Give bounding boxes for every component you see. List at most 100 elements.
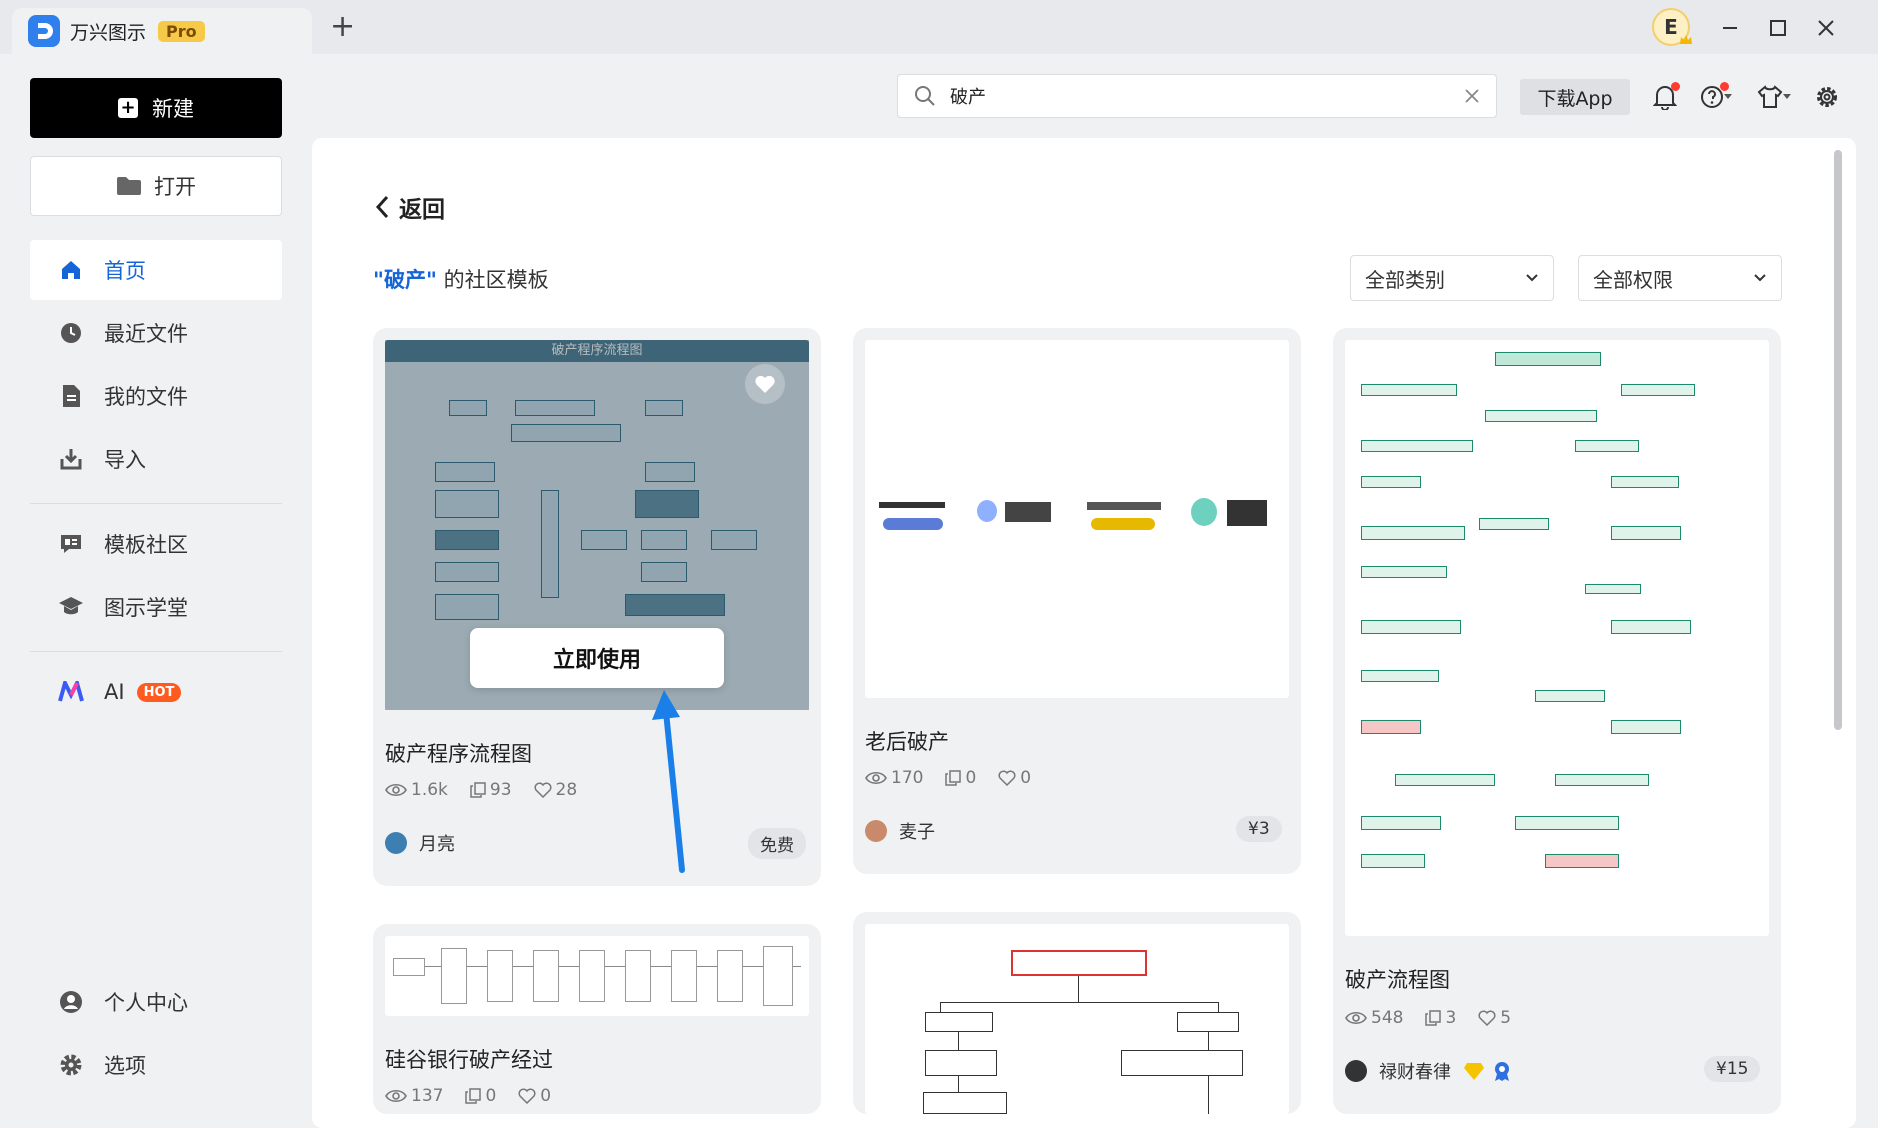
new-button[interactable]: + 新建 [30, 78, 282, 138]
title-bar: 万兴图示 Pro + E [0, 0, 1878, 54]
sidebar-item-options[interactable]: 选项 [30, 1035, 282, 1095]
notification-button[interactable] [1648, 82, 1682, 112]
chevron-down-icon [1724, 94, 1732, 99]
skin-button[interactable] [1752, 82, 1796, 112]
price-tag: ¥15 [1704, 1056, 1761, 1082]
search-box[interactable] [897, 74, 1497, 118]
ai-logo-icon [58, 679, 84, 705]
maximize-icon [1770, 20, 1786, 36]
clear-search-icon[interactable] [1464, 88, 1480, 104]
copies-stat: 0 [945, 768, 976, 788]
card-author[interactable]: 禄财春律 [1345, 1058, 1513, 1084]
eye-icon [1345, 1011, 1367, 1025]
sidebar-item-label: 个人中心 [104, 991, 188, 1015]
likes-stat: 0 [998, 768, 1031, 788]
author-avatar [865, 820, 887, 842]
user-icon [58, 989, 84, 1015]
template-thumbnail[interactable] [385, 936, 809, 1016]
permission-filter[interactable]: 全部权限 [1578, 255, 1782, 301]
new-tab-button[interactable]: + [330, 12, 355, 42]
new-button-label: 新建 [152, 97, 194, 121]
medal-badge-icon [1495, 1062, 1509, 1081]
card-stats: 170 0 0 [865, 768, 1053, 788]
clock-icon [58, 320, 84, 346]
card-title[interactable]: 老后破产 [865, 726, 949, 756]
sidebar-item-recent[interactable]: 最近文件 [30, 303, 282, 363]
author-name: 月亮 [419, 834, 455, 855]
author-avatar [1345, 1060, 1367, 1082]
price-tag: ¥3 [1236, 816, 1282, 842]
community-icon [58, 531, 84, 557]
heart-outline-icon [1478, 1010, 1496, 1026]
copy-icon [465, 1088, 482, 1104]
settings-button[interactable] [1810, 82, 1844, 112]
chevron-down-icon [1526, 274, 1538, 282]
section-title-suffix: 的社区模板 [443, 268, 549, 292]
card-author[interactable]: 麦子 [865, 818, 935, 844]
sidebar-item-template-community[interactable]: 模板社区 [30, 514, 282, 574]
document-icon [58, 383, 84, 409]
copies-stat: 0 [465, 1086, 496, 1106]
heart-outline-icon [534, 782, 552, 798]
views-stat: 137 [385, 1086, 443, 1106]
sidebar-item-home[interactable]: 首页 [30, 240, 282, 300]
scrollbar[interactable] [1834, 150, 1842, 730]
sidebar-item-label: 模板社区 [104, 533, 188, 557]
card-title[interactable]: 硅谷银行破产经过 [385, 1044, 553, 1074]
back-button[interactable]: 返回 [375, 190, 445, 224]
card-title[interactable]: 破产流程图 [1345, 964, 1450, 994]
maximize-button[interactable] [1764, 14, 1792, 42]
section-title: "破产" 的社区模板 [373, 264, 549, 294]
gear-icon [1817, 87, 1837, 107]
copy-icon [1425, 1010, 1442, 1026]
sidebar-divider [30, 503, 282, 504]
likes-stat: 5 [1478, 1008, 1511, 1028]
template-thumbnail[interactable] [865, 924, 1289, 1114]
app-logo-icon [28, 15, 60, 47]
vip-crown-icon [1680, 35, 1692, 44]
graduation-cap-icon [58, 594, 84, 620]
heart-icon [755, 375, 775, 393]
sidebar-item-academy[interactable]: 图示学堂 [30, 577, 282, 637]
copy-icon [470, 782, 486, 798]
sidebar-item-my-files[interactable]: 我的文件 [30, 366, 282, 426]
diamond-badge-icon [1464, 1063, 1484, 1080]
search-input[interactable] [948, 84, 1464, 108]
shirt-icon [1757, 85, 1783, 108]
user-avatar[interactable]: E [1652, 8, 1692, 46]
template-thumbnail[interactable] [1345, 340, 1769, 936]
card-title[interactable]: 破产程序流程图 [385, 738, 532, 768]
import-icon [58, 446, 84, 472]
template-thumbnail[interactable] [865, 340, 1289, 698]
likes-stat: 0 [518, 1086, 551, 1106]
download-app-button[interactable]: 下载App [1520, 79, 1630, 115]
views-stat: 170 [865, 768, 923, 788]
sidebar-item-label: AI [104, 680, 125, 704]
open-button[interactable]: 打开 [30, 156, 282, 216]
copies-stat: 93 [470, 780, 512, 800]
plus-icon: + [118, 98, 138, 118]
favorite-button[interactable] [745, 364, 785, 404]
author-avatar [385, 832, 407, 854]
help-button[interactable] [1696, 82, 1736, 112]
copies-stat: 3 [1425, 1008, 1456, 1028]
card-author[interactable]: 月亮 [385, 830, 455, 856]
app-tab[interactable]: 万兴图示 Pro [12, 8, 312, 54]
sidebar-item-ai[interactable]: AI HOT [30, 662, 282, 722]
sidebar-item-label: 图示学堂 [104, 596, 188, 620]
minimize-button[interactable] [1716, 14, 1744, 42]
author-name: 禄财春律 [1379, 1062, 1451, 1083]
author-name: 麦子 [899, 822, 935, 843]
user-initial: E [1664, 15, 1678, 39]
close-window-button[interactable] [1812, 14, 1840, 42]
category-filter[interactable]: 全部类别 [1350, 255, 1554, 301]
open-button-label: 打开 [154, 175, 196, 199]
sidebar-item-import[interactable]: 导入 [30, 429, 282, 489]
sidebar-divider [30, 651, 282, 652]
chevron-down-icon [1754, 274, 1766, 282]
sidebar-item-profile[interactable]: 个人中心 [30, 972, 282, 1032]
chevron-down-icon [1783, 94, 1791, 99]
price-tag: 免费 [748, 828, 806, 859]
use-now-button[interactable]: 立即使用 [470, 628, 724, 688]
sidebar-item-label: 导入 [104, 448, 146, 472]
